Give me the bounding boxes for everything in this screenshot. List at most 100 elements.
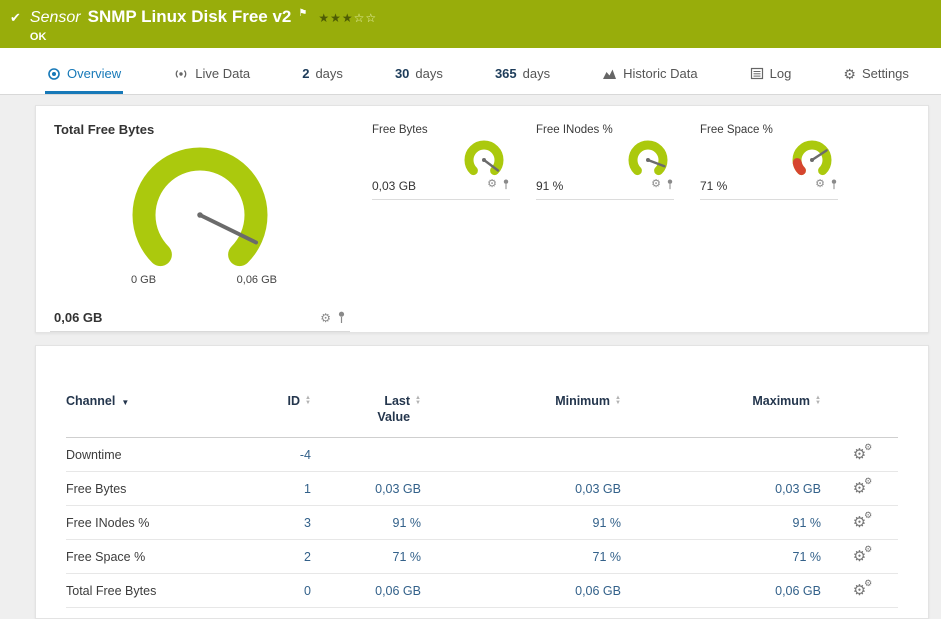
- live-data-icon: [173, 67, 189, 81]
- free-bytes-gauge-block: Free Bytes 0,03 GB ⚙: [372, 124, 510, 200]
- pin-icon[interactable]: [666, 179, 674, 190]
- status-check-icon: ✔: [10, 10, 21, 25]
- small-gauges-row: Free Bytes 0,03 GB ⚙ Free INodes % 91 %: [372, 118, 838, 332]
- channel-settings-icon[interactable]: ⚙ ⚙: [853, 477, 872, 497]
- stars-filled[interactable]: ★★★: [318, 11, 353, 25]
- channel-name: Free Space %: [66, 539, 241, 575]
- small-gauge-value: 91 %: [536, 179, 564, 193]
- channel-maximum: 0,03 GB: [621, 471, 821, 507]
- column-header-id[interactable]: ID: [288, 394, 301, 408]
- channel-minimum: 71 %: [421, 539, 621, 575]
- log-icon: [750, 67, 764, 80]
- main-gauge-value: 0,06 GB: [54, 310, 103, 325]
- channel-minimum: 91 %: [421, 505, 621, 541]
- channels-table-panel: Channel ▼ ID ▲ ▼ Last Value ▲ ▼ Minimum ▲ ▼: [35, 345, 929, 619]
- stars-empty[interactable]: ☆☆: [354, 11, 378, 25]
- channel-minimum: 0,06 GB: [421, 573, 621, 609]
- table-row: Free INodes % 3 91 % 91 % 91 % ⚙ ⚙: [66, 505, 898, 541]
- channel-last-value: 0,06 GB: [311, 573, 421, 609]
- tab-30-days[interactable]: 30 days: [393, 57, 445, 94]
- gauge-settings-gear-icon[interactable]: ⚙: [487, 179, 497, 190]
- small-gauge-title: Free Space %: [700, 124, 773, 136]
- channel-id: 1: [241, 471, 311, 507]
- free-bytes-gauge: [464, 140, 504, 176]
- tab-overview-label: Overview: [67, 66, 122, 81]
- channel-settings-icon[interactable]: ⚙ ⚙: [853, 511, 872, 531]
- channel-id: 2: [241, 539, 311, 575]
- main-gauge-title: Total Free Bytes: [54, 122, 155, 137]
- channel-last-value: 91 %: [311, 505, 421, 541]
- settings-gear-icon: ⚙: [843, 65, 856, 82]
- tab-2-days[interactable]: 2 days: [300, 57, 345, 94]
- table-row: Free Bytes 1 0,03 GB 0,03 GB 0,03 GB ⚙ ⚙: [66, 471, 898, 507]
- channel-id: 0: [241, 573, 311, 609]
- pin-icon[interactable]: [337, 311, 346, 324]
- tab-settings[interactable]: ⚙ Settings: [841, 57, 911, 94]
- channel-settings-icon[interactable]: ⚙ ⚙: [853, 443, 872, 463]
- free-inodes-gauge: [628, 140, 668, 176]
- historic-data-icon: [602, 67, 617, 80]
- tab-historic-data[interactable]: Historic Data: [600, 57, 699, 94]
- channel-name: Downtime: [66, 437, 241, 473]
- channel-last-value: 0,03 GB: [311, 471, 421, 507]
- sensor-tab-bar: Overview Live Data 2 days 30 days 365 da…: [0, 48, 941, 95]
- tab-30-days-number: 30: [394, 66, 410, 81]
- sort-icon[interactable]: ▲ ▼: [815, 395, 821, 406]
- table-row: Free Space % 2 71 % 71 % 71 % ⚙ ⚙: [66, 539, 898, 575]
- channel-settings-icon[interactable]: ⚙ ⚙: [853, 579, 872, 599]
- main-gauge-scale: 0 GB 0,06 GB: [105, 274, 295, 286]
- sort-icon[interactable]: ▲ ▼: [615, 395, 621, 406]
- gauge-max-label: 0,06 GB: [236, 274, 277, 286]
- tab-log[interactable]: Log: [748, 57, 794, 94]
- tab-live-data[interactable]: Live Data: [171, 57, 252, 94]
- priority-flag-icon[interactable]: ⚑: [298, 8, 307, 19]
- column-header-channel[interactable]: Channel: [66, 394, 115, 408]
- channel-name: Total Free Bytes: [66, 573, 241, 609]
- total-free-bytes-gauge-block: Total Free Bytes 0 GB 0,06 GB 0,06 GB ⚙: [50, 118, 350, 332]
- sensor-overview-content: Total Free Bytes 0 GB 0,06 GB 0,06 GB ⚙ …: [0, 95, 941, 619]
- channels-table: Channel ▼ ID ▲ ▼ Last Value ▲ ▼ Minimum ▲ ▼: [66, 384, 898, 609]
- column-header-maximum[interactable]: Maximum: [752, 394, 810, 408]
- pin-icon[interactable]: [830, 179, 838, 190]
- small-gauge-value: 0,03 GB: [372, 179, 417, 193]
- pin-icon[interactable]: [502, 179, 510, 190]
- gauge-settings-gear-icon[interactable]: ⚙: [320, 312, 331, 324]
- channel-maximum: 91 %: [621, 505, 821, 541]
- channel-last-value: 71 %: [311, 539, 421, 575]
- table-row: Total Free Bytes 0 0,06 GB 0,06 GB 0,06 …: [66, 573, 898, 609]
- channel-maximum: 71 %: [621, 539, 821, 575]
- channel-minimum: 0,03 GB: [421, 471, 621, 507]
- sorted-desc-icon[interactable]: ▼: [121, 398, 129, 407]
- channel-id: 3: [241, 505, 311, 541]
- column-header-minimum[interactable]: Minimum: [555, 394, 610, 408]
- overview-icon: [47, 67, 61, 81]
- small-gauge-title: Free INodes %: [536, 124, 613, 136]
- small-gauge-title: Free Bytes: [372, 124, 428, 136]
- sensor-header: ✔ Sensor SNMP Linux Disk Free v2 ⚑ ★★★☆☆…: [0, 0, 941, 48]
- channel-maximum: 0,06 GB: [621, 573, 821, 609]
- sort-icon[interactable]: ▲ ▼: [305, 395, 311, 406]
- tab-365-days[interactable]: 365 days: [493, 57, 552, 94]
- sensor-title: SNMP Linux Disk Free v2: [87, 7, 292, 26]
- tab-30-days-label: days: [415, 66, 443, 81]
- free-inodes-gauge-block: Free INodes % 91 % ⚙: [536, 124, 674, 200]
- gauge-settings-gear-icon[interactable]: ⚙: [815, 179, 825, 190]
- channel-name: Free INodes %: [66, 505, 241, 541]
- channel-maximum: [621, 437, 821, 473]
- tab-log-label: Log: [769, 66, 792, 81]
- tab-2-days-number: 2: [302, 66, 310, 81]
- gauge-settings-gear-icon[interactable]: ⚙: [651, 179, 661, 190]
- channel-settings-icon[interactable]: ⚙ ⚙: [853, 545, 872, 565]
- channel-minimum: [421, 437, 621, 473]
- tab-365-days-label: days: [522, 66, 551, 81]
- priority-stars[interactable]: ★★★☆☆: [318, 11, 377, 25]
- table-row: Downtime -4 ⚙ ⚙: [66, 437, 898, 473]
- column-header-last-value[interactable]: Last Value: [366, 394, 410, 425]
- free-space-gauge-block: Free Space % 71 % ⚙: [700, 124, 838, 200]
- gauges-panel: Total Free Bytes 0 GB 0,06 GB 0,06 GB ⚙ …: [35, 105, 929, 333]
- sort-icon[interactable]: ▲ ▼: [415, 395, 421, 406]
- tab-historic-data-label: Historic Data: [623, 66, 698, 81]
- tab-overview[interactable]: Overview: [45, 57, 124, 94]
- tab-365-days-number: 365: [494, 66, 517, 81]
- sensor-header-titles: Sensor SNMP Linux Disk Free v2 ⚑ ★★★☆☆ O…: [30, 7, 377, 48]
